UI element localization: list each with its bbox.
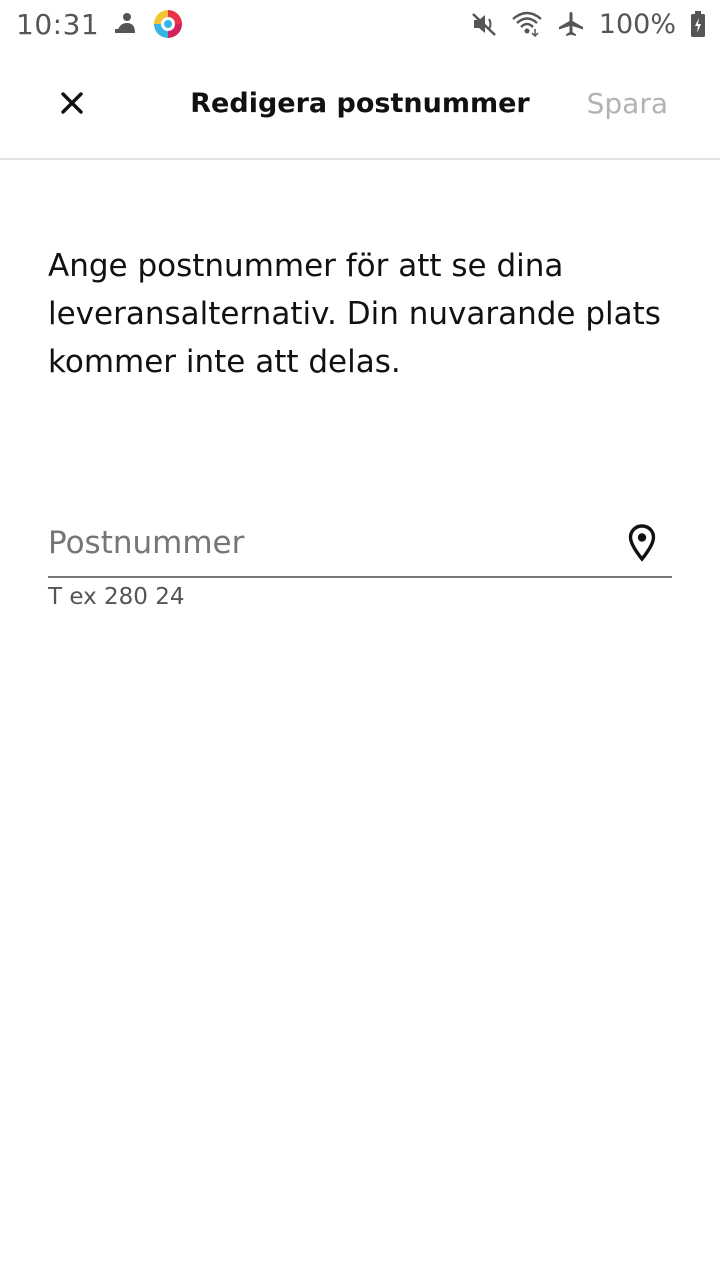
location-button[interactable]	[622, 519, 662, 567]
close-button[interactable]	[44, 75, 100, 131]
location-pin-icon	[628, 524, 656, 562]
colorful-app-icon	[153, 9, 183, 39]
mute-icon	[471, 11, 497, 37]
status-time: 10:31	[16, 7, 100, 41]
notification-app-icon	[113, 11, 139, 37]
airplane-icon	[557, 10, 585, 38]
close-icon	[61, 92, 83, 114]
status-right: 100%	[471, 9, 706, 40]
description-text: Ange postnummer för att se dina leverans…	[48, 248, 661, 380]
status-left: 10:31	[16, 8, 183, 41]
wifi-icon	[511, 11, 543, 37]
postal-code-helper: T ex 280 24	[48, 584, 185, 610]
battery-percentage: 100%	[598, 8, 676, 40]
postal-code-field	[48, 510, 672, 578]
app-bar: Redigera postnummer Spara	[0, 48, 720, 160]
status-bar: 10:31 100%	[0, 0, 720, 48]
postal-code-input[interactable]	[48, 513, 608, 573]
battery-icon	[690, 10, 706, 38]
save-button[interactable]: Spara	[587, 87, 668, 120]
screen: 10:31 100% Redigera postnummer Spara Ang…	[0, 0, 720, 1280]
